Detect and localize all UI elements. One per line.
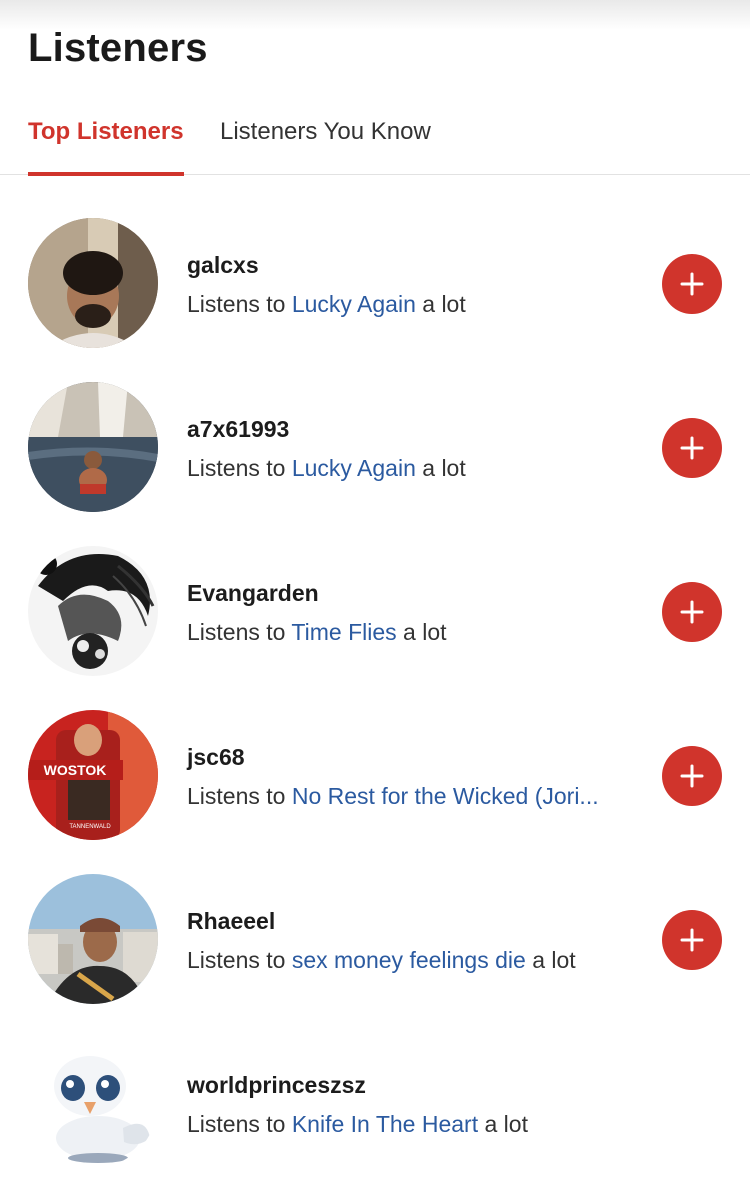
avatar[interactable] xyxy=(28,382,158,512)
listener-description: Listens to sex money feelings die a lot xyxy=(187,947,576,974)
song-link[interactable]: Time Flies xyxy=(291,619,396,645)
avatar-image: WOSTOK TANNENWALD xyxy=(28,710,158,840)
avatar[interactable]: WOSTOK TANNENWALD xyxy=(28,710,158,840)
listener-info: galcxs Listens to Lucky Again a lot xyxy=(187,252,466,318)
wostok-label: WOSTOK xyxy=(44,762,107,778)
listener-description: Listens to Lucky Again a lot xyxy=(187,455,466,482)
song-link[interactable]: Knife In The Heart xyxy=(292,1111,478,1137)
listeners-screen: Listeners Top Listeners Listeners You Kn… xyxy=(0,0,750,1200)
follow-button[interactable] xyxy=(662,746,722,806)
follow-button[interactable] xyxy=(662,582,722,642)
avatar-image xyxy=(28,1038,158,1168)
tannenwald-label: TANNENWALD xyxy=(69,824,111,830)
avatar[interactable] xyxy=(28,546,158,676)
listener-username[interactable]: galcxs xyxy=(187,252,466,279)
song-link[interactable]: No Rest for the Wicked (Jori... xyxy=(292,783,599,809)
follow-button[interactable] xyxy=(662,254,722,314)
listener-username[interactable]: a7x61993 xyxy=(187,416,466,443)
list-item[interactable]: worldprinceszsz Listens to Knife In The … xyxy=(0,1038,750,1202)
description-prefix: Listens to xyxy=(187,291,292,317)
avatar-image xyxy=(28,382,158,512)
plus-icon xyxy=(680,436,704,460)
description-suffix: a lot xyxy=(415,455,466,481)
page-title: Listeners xyxy=(28,26,208,70)
song-link[interactable]: Lucky Again xyxy=(292,291,416,317)
list-item[interactable]: Rhaeeel Listens to sex money feelings di… xyxy=(0,874,750,1038)
tab-listeners-you-know[interactable]: Listeners You Know xyxy=(220,118,431,172)
follow-button[interactable] xyxy=(662,910,722,970)
description-suffix: a lot xyxy=(396,619,447,645)
description-prefix: Listens to xyxy=(187,1111,292,1137)
plus-icon xyxy=(680,928,704,952)
listener-description: Listens to Time Flies a lot xyxy=(187,619,447,646)
listener-description: Listens to Lucky Again a lot xyxy=(187,291,466,318)
description-prefix: Listens to xyxy=(187,947,292,973)
avatar-image xyxy=(28,874,158,1004)
listener-info: a7x61993 Listens to Lucky Again a lot xyxy=(187,416,466,482)
description-prefix: Listens to xyxy=(187,455,292,481)
follow-button[interactable] xyxy=(662,418,722,478)
listener-info: Rhaeeel Listens to sex money feelings di… xyxy=(187,908,576,974)
tab-bar: Top Listeners Listeners You Know xyxy=(0,108,750,176)
plus-icon xyxy=(680,600,704,624)
song-link[interactable]: sex money feelings die xyxy=(292,947,526,973)
listener-description: Listens to Knife In The Heart a lot xyxy=(187,1111,528,1138)
description-suffix: a lot xyxy=(525,947,576,973)
avatar[interactable] xyxy=(28,1038,158,1168)
list-item[interactable]: Evangarden Listens to Time Flies a lot xyxy=(0,546,750,710)
listener-description: Listens to No Rest for the Wicked (Jori.… xyxy=(187,783,599,810)
description-suffix: a lot xyxy=(478,1111,528,1137)
listener-username[interactable]: jsc68 xyxy=(187,744,599,771)
plus-icon xyxy=(680,272,704,296)
plus-icon xyxy=(680,764,704,788)
listener-list: galcxs Listens to Lucky Again a lot a7x6… xyxy=(0,218,750,1202)
avatar[interactable] xyxy=(28,874,158,1004)
avatar[interactable] xyxy=(28,218,158,348)
description-prefix: Listens to xyxy=(187,783,292,809)
list-item[interactable]: WOSTOK TANNENWALD jsc68 Listens to No Re… xyxy=(0,710,750,874)
list-item[interactable]: a7x61993 Listens to Lucky Again a lot xyxy=(0,382,750,546)
listener-info: Evangarden Listens to Time Flies a lot xyxy=(187,580,447,646)
song-link[interactable]: Lucky Again xyxy=(292,455,416,481)
list-item[interactable]: galcxs Listens to Lucky Again a lot xyxy=(0,218,750,382)
listener-info: worldprinceszsz Listens to Knife In The … xyxy=(187,1072,528,1138)
listener-username[interactable]: Evangarden xyxy=(187,580,447,607)
tab-top-listeners[interactable]: Top Listeners xyxy=(28,118,184,176)
description-suffix: a lot xyxy=(415,291,466,317)
avatar-image xyxy=(28,218,158,348)
avatar-image xyxy=(28,546,158,676)
listener-username[interactable]: Rhaeeel xyxy=(187,908,576,935)
description-prefix: Listens to xyxy=(187,619,292,645)
listener-info: jsc68 Listens to No Rest for the Wicked … xyxy=(187,744,599,810)
listener-username[interactable]: worldprinceszsz xyxy=(187,1072,528,1099)
